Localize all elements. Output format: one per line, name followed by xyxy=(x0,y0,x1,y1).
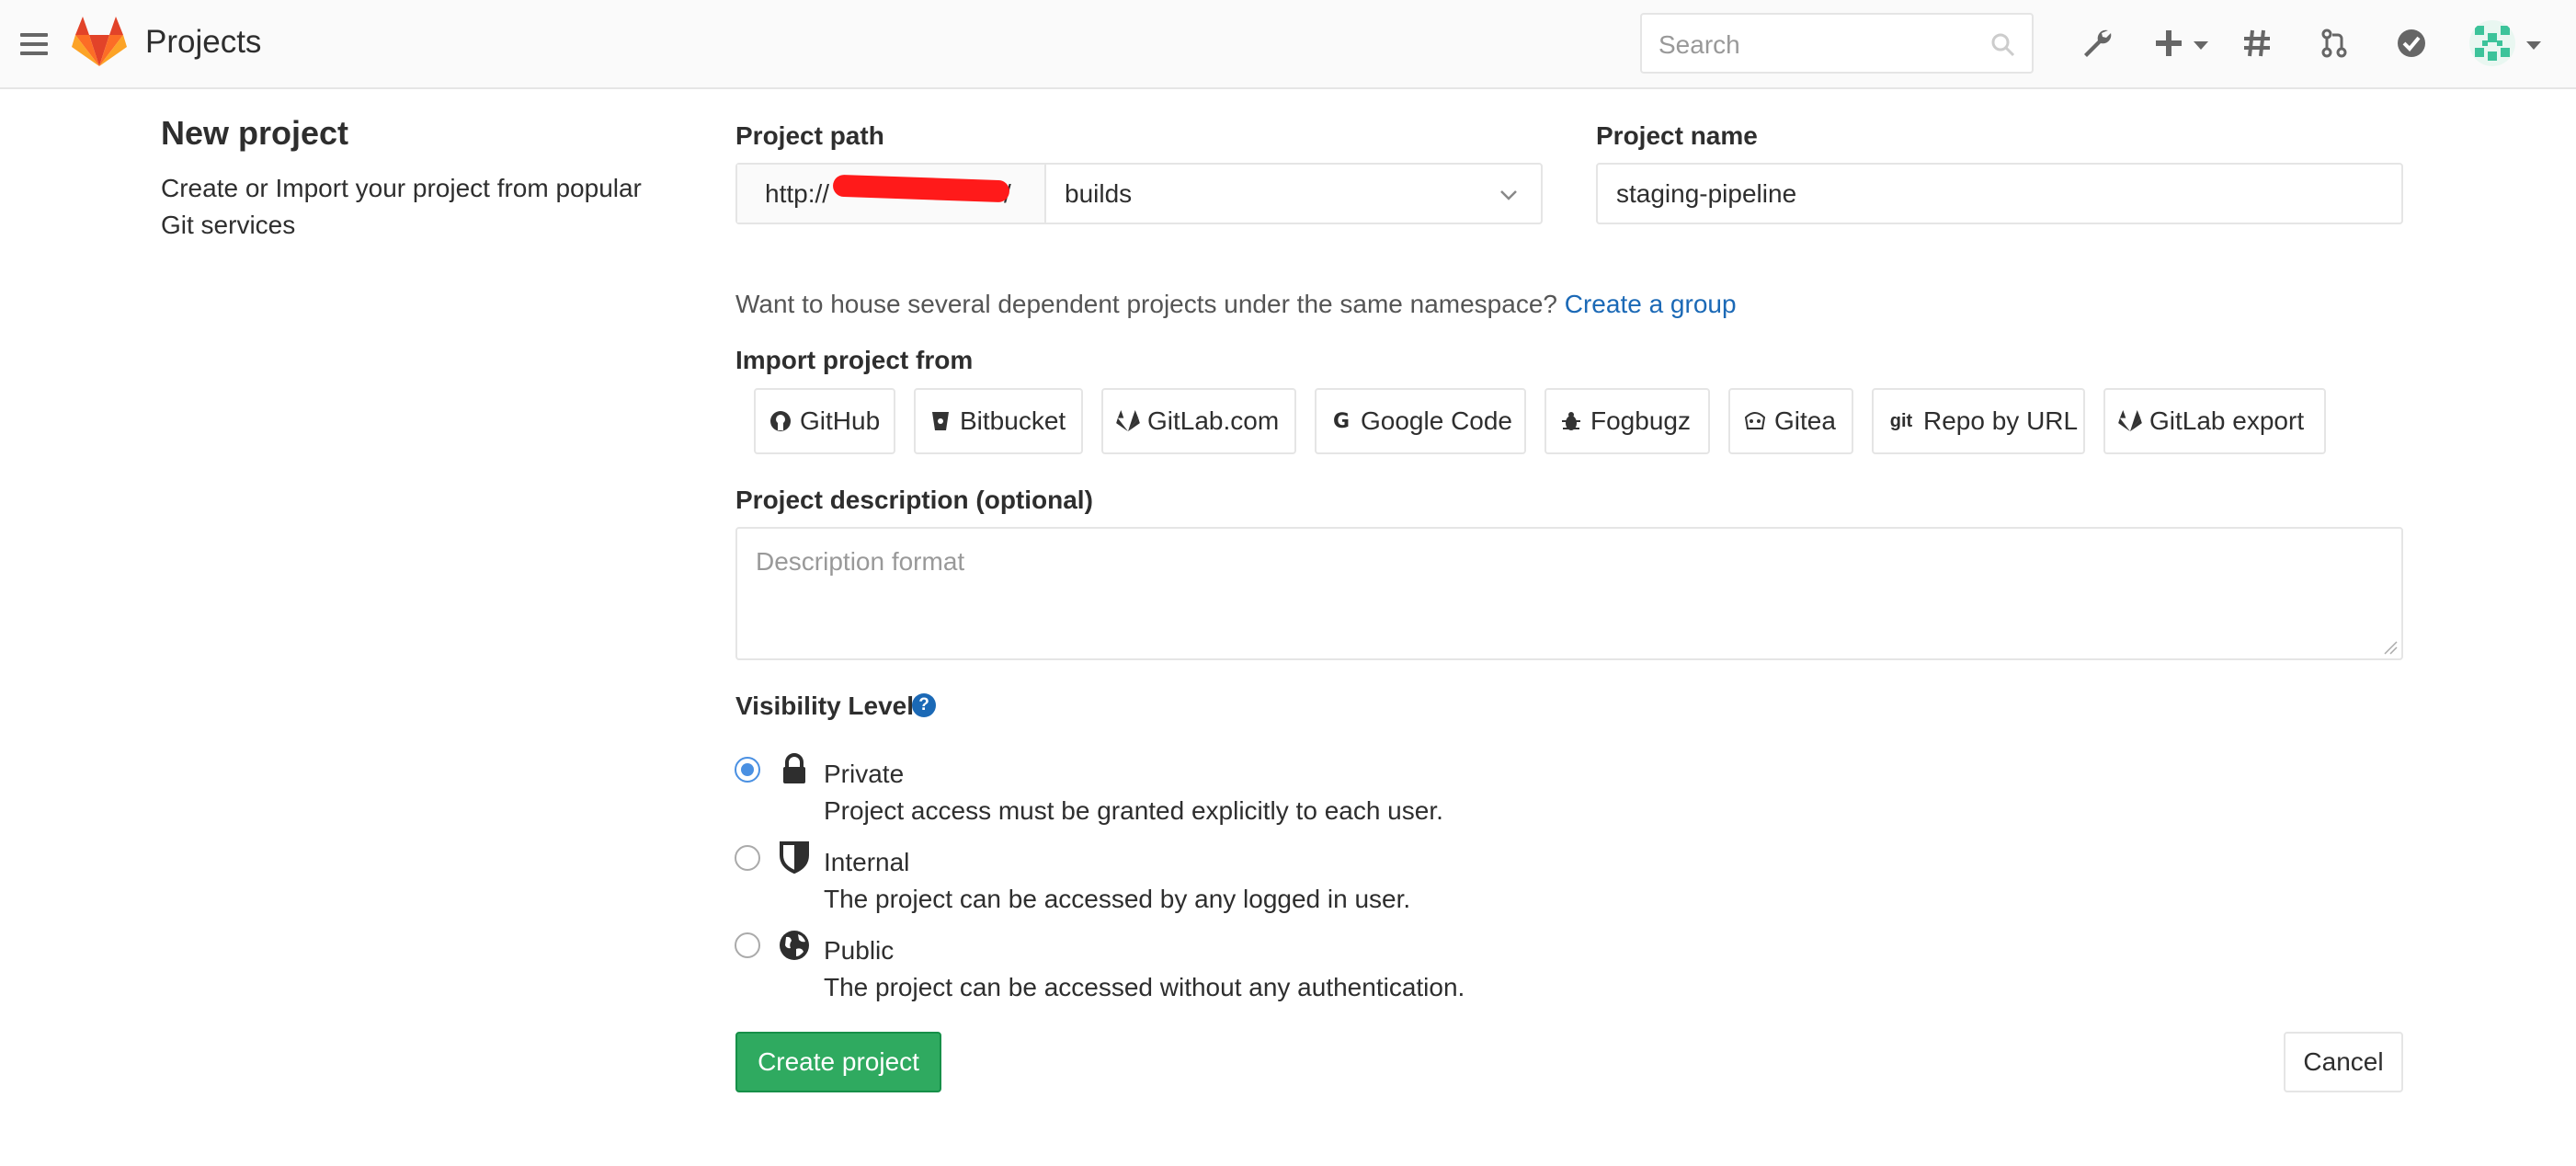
globe-icon xyxy=(780,931,809,960)
project-path-label: Project path xyxy=(735,121,884,150)
create-project-button[interactable]: Create project xyxy=(735,1032,941,1092)
import-fogbugz-button[interactable]: Fogbugz xyxy=(1544,388,1710,454)
todo-check-icon[interactable] xyxy=(2390,22,2433,64)
bug-icon xyxy=(1559,409,1583,433)
github-icon xyxy=(769,409,792,433)
visibility-public-title: Public xyxy=(824,936,895,965)
visibility-internal-desc: The project can be accessed by any logge… xyxy=(824,885,1411,913)
google-icon: G xyxy=(1332,409,1351,433)
import-label-gitlab-export: GitLab export xyxy=(2149,406,2305,435)
project-name-input[interactable]: staging-pipeline xyxy=(1596,163,2403,224)
chevron-down-icon[interactable] xyxy=(2526,41,2541,50)
import-label-github: GitHub xyxy=(800,406,881,435)
redaction-mark xyxy=(832,174,1010,203)
import-gitlab-com-button[interactable]: GitLab.com xyxy=(1101,388,1296,454)
visibility-private-radio[interactable] xyxy=(735,757,760,783)
navbar-title[interactable]: Projects xyxy=(145,24,261,61)
hash-icon[interactable] xyxy=(2236,22,2278,64)
gitlab-logo[interactable] xyxy=(72,15,127,70)
import-label-gitea: Gitea xyxy=(1774,406,1836,435)
import-label-repo-url: Repo by URL xyxy=(1923,406,2079,435)
import-label: Import project from xyxy=(735,346,974,374)
import-repo-url-button[interactable]: git Repo by URL xyxy=(1872,388,2085,454)
chevron-down-icon[interactable] xyxy=(2194,41,2208,50)
namespace-value: builds xyxy=(1065,178,1133,208)
gitlab-icon xyxy=(1116,409,1140,433)
wrench-icon[interactable] xyxy=(2076,22,2118,64)
search-icon xyxy=(1991,33,2015,57)
top-navbar: Projects Search xyxy=(0,0,2576,89)
visibility-public-radio[interactable] xyxy=(735,932,760,958)
description-textarea[interactable]: Description format xyxy=(735,527,2403,660)
import-label-fogbugz: Fogbugz xyxy=(1590,406,1691,435)
project-path-group: http:// / builds xyxy=(735,163,1543,224)
path-prefix-scheme: http:// xyxy=(765,178,830,208)
visibility-internal-title: Internal xyxy=(824,848,910,876)
cancel-button[interactable]: Cancel xyxy=(2284,1032,2403,1092)
visibility-private-desc: Project access must be granted explicitl… xyxy=(824,796,1443,825)
page-subtitle: Create or Import your project from popul… xyxy=(161,174,642,239)
import-label-bitbucket: Bitbucket xyxy=(960,406,1066,435)
namespace-select[interactable]: builds xyxy=(1046,165,1541,223)
resize-grip-icon[interactable] xyxy=(2383,640,2398,655)
question-help-icon[interactable]: ? xyxy=(912,693,936,717)
description-label: Project description (optional) xyxy=(735,486,1093,514)
import-gitlab-export-button[interactable]: GitLab export xyxy=(2103,388,2326,454)
visibility-internal-radio[interactable] xyxy=(735,845,760,871)
project-name-label: Project name xyxy=(1596,121,1758,150)
git-icon: git xyxy=(1889,410,1913,431)
avatar[interactable] xyxy=(2469,20,2515,66)
visibility-label: Visibility Level xyxy=(735,692,915,720)
lock-icon xyxy=(783,753,805,783)
merge-request-icon[interactable] xyxy=(2313,22,2355,64)
import-gitea-button[interactable]: Gitea xyxy=(1728,388,1853,454)
import-github-button[interactable]: GitHub xyxy=(754,388,895,454)
hamburger-menu-icon[interactable] xyxy=(18,26,50,63)
import-google-code-button[interactable]: G Google Code xyxy=(1315,388,1526,454)
import-label-google-code: Google Code xyxy=(1361,406,1513,435)
create-group-link[interactable]: Create a group xyxy=(1565,290,1737,318)
search-input[interactable]: Search xyxy=(1640,13,2034,74)
visibility-public-desc: The project can be accessed without any … xyxy=(824,973,1465,1001)
description-placeholder: Description format xyxy=(756,547,965,576)
bitbucket-icon xyxy=(929,409,952,433)
page-title: New project xyxy=(161,114,349,152)
namespace-hint: Want to house several dependent projects… xyxy=(735,290,1737,319)
path-prefix: http:// / xyxy=(737,165,1046,223)
chevron-down-icon xyxy=(1500,190,1517,200)
gitlab-icon xyxy=(2118,409,2142,433)
visibility-private-title: Private xyxy=(824,760,905,788)
shield-icon xyxy=(780,841,809,874)
plus-icon[interactable] xyxy=(2148,22,2190,64)
gitea-icon xyxy=(1743,409,1767,433)
import-bitbucket-button[interactable]: Bitbucket xyxy=(914,388,1083,454)
search-placeholder: Search xyxy=(1658,30,1740,59)
import-label-gitlab-com: GitLab.com xyxy=(1147,406,1280,435)
hint-text: Want to house several dependent projects… xyxy=(735,290,1557,318)
